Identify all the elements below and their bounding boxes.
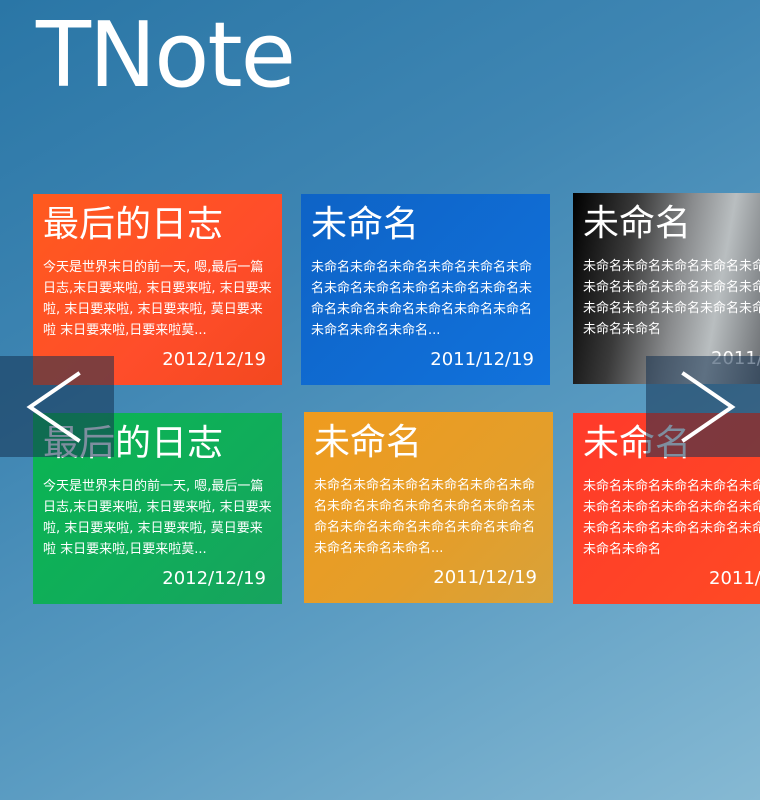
note-tile[interactable]: 未命名 未命名未命名未命名未命名未命名未命名未命名未命名未命名未命名未命名未命名… bbox=[301, 194, 550, 385]
previous-page-button[interactable] bbox=[0, 356, 114, 457]
note-date: 2012/12/19 bbox=[162, 349, 266, 370]
note-date: 2012/12/19 bbox=[162, 568, 266, 589]
note-date: 2011/ bbox=[709, 568, 760, 589]
app-title: TNote bbox=[36, 3, 296, 108]
note-date: 2011/12/19 bbox=[430, 349, 534, 370]
chevron-right-icon bbox=[681, 371, 736, 443]
note-title: 未命名 bbox=[314, 422, 423, 463]
note-preview: 未命名未命名未命名未命名未命名未命名未命名未命名未命名未命名未命名未命名未命名未… bbox=[583, 259, 760, 337]
note-preview: 未命名未命名未命名未命名未命名未命名未命名未命名未命名未命名未命名未命名未命名未… bbox=[583, 479, 760, 557]
note-preview: 未命名未命名未命名未命名未命名未命名未命名未命名未命名未命名未命名未命名未命名未… bbox=[311, 260, 533, 338]
next-page-button[interactable] bbox=[646, 356, 760, 457]
note-preview: 未命名未命名未命名未命名未命名未命名未命名未命名未命名未命名未命名未命名未命名未… bbox=[314, 478, 536, 556]
note-preview: 今天是世界末日的前一天, 嗯,最后一篇日志,末日要来啦, 末日要来啦, 末日要来… bbox=[43, 479, 272, 557]
note-date: 2011/12/19 bbox=[433, 567, 537, 588]
note-title: 未命名 bbox=[583, 203, 692, 244]
note-title: 未命名 bbox=[311, 204, 420, 245]
note-tile[interactable]: 未命名 未命名未命名未命名未命名未命名未命名未命名未命名未命名未命名未命名未命名… bbox=[304, 412, 553, 603]
chevron-left-icon bbox=[26, 371, 81, 443]
note-preview: 今天是世界末日的前一天, 嗯,最后一篇日志,末日要来啦, 末日要来啦, 末日要来… bbox=[43, 260, 272, 338]
note-title: 最后的日志 bbox=[43, 204, 224, 245]
